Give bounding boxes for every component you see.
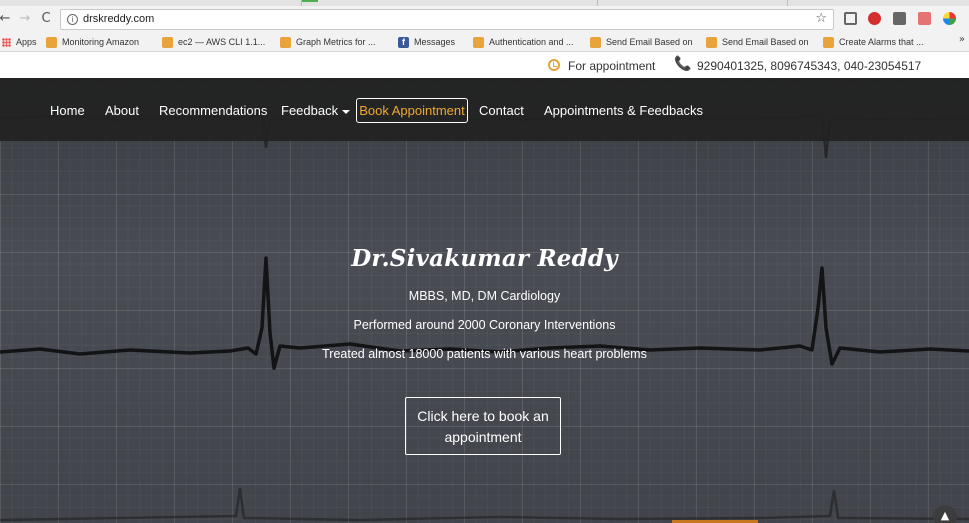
bookmark-item[interactable]: ec2 — AWS CLI 1.1...: [162, 35, 272, 49]
bookmark-label: Send Email Based on: [606, 37, 693, 47]
box-icon: [473, 36, 484, 48]
nav-home[interactable]: Home: [50, 103, 85, 118]
color-picker-icon[interactable]: [943, 12, 956, 25]
facebook-icon: f: [398, 36, 409, 48]
hero-section: Home About Recommendations Feedback Book…: [0, 78, 969, 523]
nav-book-appointment[interactable]: Book Appointment: [356, 98, 468, 123]
bookmark-label: Create Alarms that ...: [839, 37, 924, 47]
box-icon: [46, 36, 57, 48]
bookmark-apps[interactable]: Apps: [2, 35, 42, 49]
bookmark-item[interactable]: Authentication and ...: [473, 35, 581, 49]
main-navbar: Home About Recommendations Feedback Book…: [0, 78, 969, 141]
doctor-qualifications: MBBS, MD, DM Cardiology: [408, 289, 561, 303]
bookmark-item[interactable]: Send Email Based on: [590, 35, 698, 49]
doctor-name: Dr.Sivakumar Reddy: [351, 245, 618, 272]
box-icon: [706, 36, 717, 48]
more-bookmarks-icon[interactable]: »: [959, 34, 965, 45]
cta-line-1: Click here to book an: [417, 408, 549, 424]
contact-bar: For appointment 📞 9290401325, 8096745343…: [0, 53, 969, 78]
address-bar[interactable]: i drskreddy.com ☆: [60, 9, 834, 30]
box-icon: [590, 36, 601, 48]
bookmark-star-icon[interactable]: ☆: [815, 11, 827, 26]
clock-icon: [548, 59, 560, 71]
back-icon[interactable]: ←: [0, 10, 13, 28]
bookmark-label: ec2 — AWS CLI 1.1...: [178, 37, 266, 47]
forward-icon[interactable]: →: [17, 10, 33, 28]
bookmark-item[interactable]: Send Email Based on: [706, 35, 814, 49]
bookmark-label: Messages: [414, 37, 456, 47]
appointment-label: For appointment: [568, 59, 656, 73]
bookmark-label: Send Email Based on: [722, 37, 809, 47]
apps-icon: [2, 37, 11, 47]
bookmark-item[interactable]: f Messages: [398, 35, 468, 49]
address-url[interactable]: drskreddy.com: [83, 13, 154, 25]
reload-icon[interactable]: C: [38, 10, 54, 28]
scroll-to-top-icon[interactable]: ▲: [933, 505, 957, 523]
extension-icon[interactable]: [893, 12, 906, 25]
nav-recommendations[interactable]: Recommendations: [159, 103, 267, 118]
bookmarks-bar: Apps Monitoring Amazon ec2 — AWS CLI 1.1…: [0, 32, 969, 52]
nav-contact[interactable]: Contact: [479, 103, 524, 118]
browser-toolbar: ← → C i drskreddy.com ☆: [0, 6, 969, 32]
opera-icon[interactable]: [868, 12, 881, 25]
book-appointment-button[interactable]: Click here to book an appointment: [405, 397, 561, 455]
bookmark-label: Monitoring Amazon: [62, 37, 140, 47]
cta-line-2: appointment: [444, 429, 522, 445]
hero-stat-patients: Treated almost 18000 patients with vario…: [322, 347, 647, 361]
site-info-icon[interactable]: i: [67, 14, 78, 25]
bookmark-item[interactable]: Graph Metrics for ...: [280, 35, 390, 49]
box-icon: [162, 36, 173, 48]
box-icon: [823, 36, 834, 48]
nav-appointments-feedbacks[interactable]: Appointments & Feedbacks: [544, 103, 703, 118]
extension-icon[interactable]: [918, 12, 931, 25]
phone-numbers[interactable]: 9290401325, 8096745343, 040-23054517: [697, 59, 921, 73]
bookmark-label: Apps: [16, 37, 37, 47]
bookmark-item[interactable]: Create Alarms that ...: [823, 35, 933, 49]
phone-icon: 📞: [674, 56, 692, 72]
bookmark-label: Authentication and ...: [489, 37, 574, 47]
nav-feedback-dropdown[interactable]: Feedback: [281, 103, 351, 118]
box-icon: [280, 36, 291, 48]
nav-about[interactable]: About: [105, 103, 139, 118]
bookmark-item[interactable]: Monitoring Amazon: [46, 35, 156, 49]
caret-down-icon: [342, 109, 351, 114]
hero-stat-interventions: Performed around 2000 Coronary Intervent…: [353, 318, 616, 332]
bookmark-label: Graph Metrics for ...: [296, 37, 376, 47]
cast-icon[interactable]: [844, 12, 857, 25]
nav-feedback-label: Feedback: [281, 103, 339, 118]
